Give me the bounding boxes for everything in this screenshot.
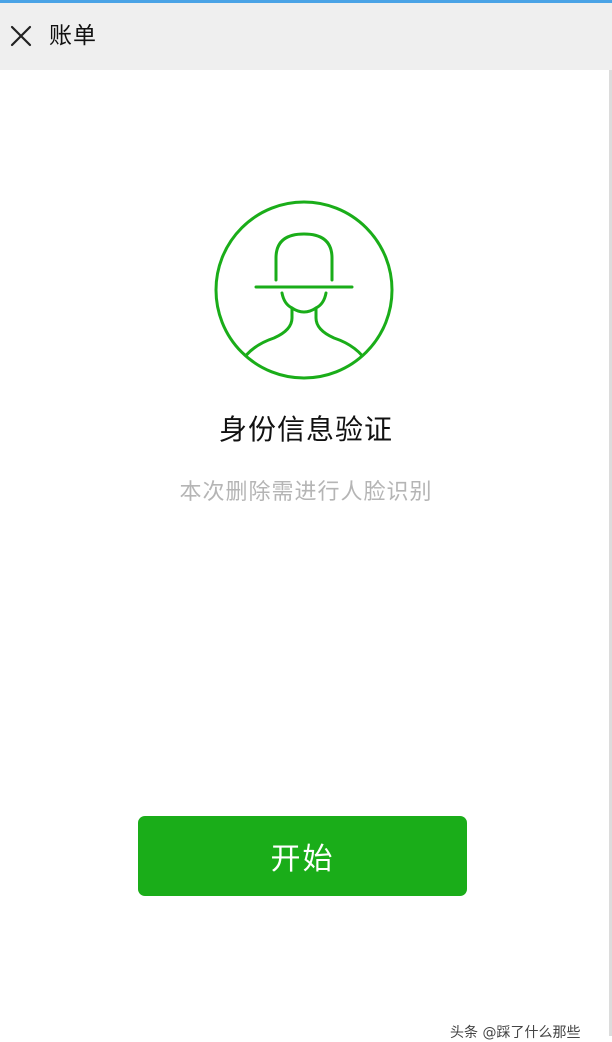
watermark: 头条 @踩了什么那些	[450, 1025, 581, 1041]
page-title: 账单	[49, 23, 97, 49]
verification-heading: 身份信息验证	[218, 413, 393, 446]
start-button[interactable]: 开始	[138, 816, 467, 896]
verification-description: 本次删除需进行人脸识别	[179, 480, 433, 505]
nav-bar: 账单	[0, 3, 612, 70]
face-avatar-icon	[210, 196, 398, 384]
close-button[interactable]	[6, 21, 36, 51]
close-icon	[10, 25, 32, 47]
